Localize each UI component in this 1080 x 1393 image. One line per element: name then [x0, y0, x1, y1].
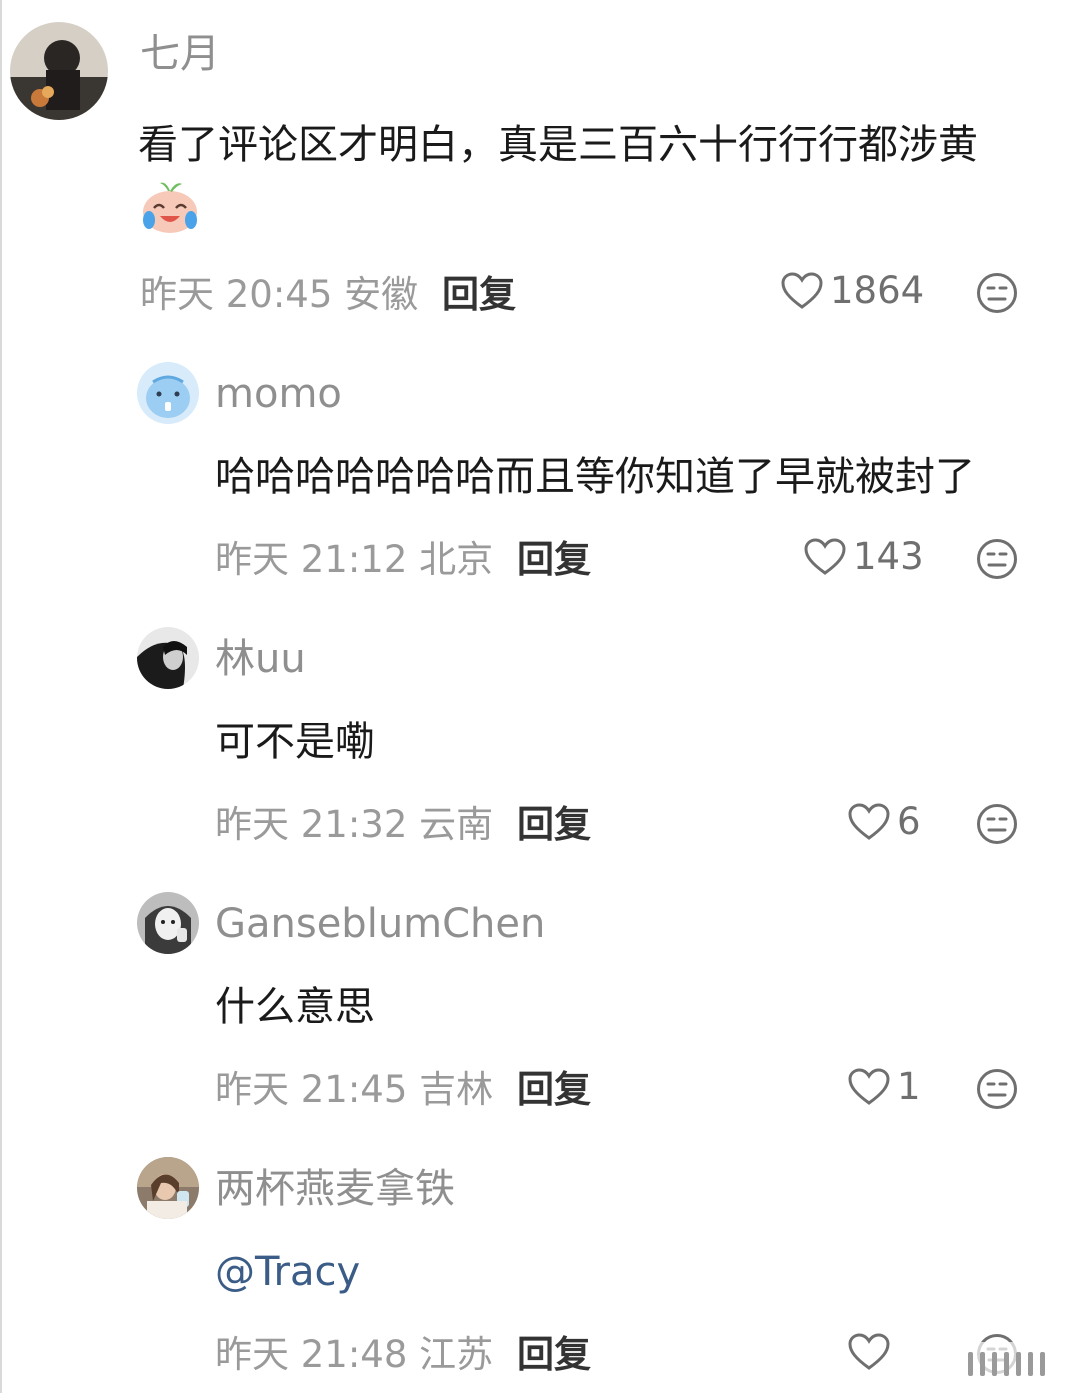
- avatar[interactable]: [137, 362, 199, 424]
- like-button[interactable]: 1864: [780, 268, 924, 314]
- reply-item: GanseblumChen 什么意思 昨天 21:45 吉林 回复 1: [0, 880, 1080, 1130]
- reply-item: momo 哈哈哈哈哈哈哈而且等你知道了早就被封了 昨天 21:12 北京 回复 …: [0, 350, 1080, 600]
- avatar[interactable]: [137, 627, 199, 689]
- reply-item: 林uu 可不是嘞 昨天 21:32 云南 回复 6: [0, 615, 1080, 865]
- username[interactable]: 两杯燕麦拿铁: [215, 1165, 455, 1213]
- like-button[interactable]: [847, 1329, 897, 1375]
- reply-button[interactable]: 回复: [517, 1332, 591, 1378]
- comment-text: 看了评论区才明白，真是三百六十行行行都涉黄: [138, 122, 978, 168]
- heart-outline-icon: [781, 272, 823, 309]
- comment-text: 什么意思: [215, 984, 375, 1030]
- like-button[interactable]: 1: [847, 1064, 921, 1110]
- like-count: 1864: [830, 269, 925, 312]
- comment-text: 可不是嘞: [215, 719, 375, 765]
- reply-button[interactable]: 回复: [517, 1067, 591, 1113]
- comment-item: 七月 看了评论区才明白，真是三百六十行行行都涉黄 昨天 20:45 安徽 回复 …: [0, 0, 1080, 330]
- reply-button[interactable]: 回复: [442, 272, 516, 318]
- like-count: 1: [897, 1065, 921, 1108]
- meh-face-icon[interactable]: [976, 538, 1018, 580]
- reply-item: 两杯燕麦拿铁 @Tracy 昨天 21:48 江苏 回复: [0, 1145, 1080, 1393]
- like-button[interactable]: 143: [803, 534, 924, 580]
- meh-face-icon[interactable]: [976, 272, 1018, 314]
- like-count: 6: [897, 800, 921, 843]
- heart-outline-icon: [848, 1068, 890, 1105]
- comment-time-location: 昨天 21:45 吉林: [215, 1068, 494, 1111]
- heart-outline-icon: [848, 803, 890, 840]
- username[interactable]: 林uu: [215, 635, 306, 683]
- avatar[interactable]: [137, 1157, 199, 1219]
- username[interactable]: momo: [215, 370, 342, 418]
- username[interactable]: GanseblumChen: [215, 900, 545, 948]
- mention-link[interactable]: @Tracy: [215, 1237, 360, 1307]
- meh-face-icon[interactable]: [976, 1068, 1018, 1110]
- reply-button[interactable]: 回复: [517, 802, 591, 848]
- like-count: 143: [853, 535, 924, 578]
- laughing-crying-emoji-icon: [140, 176, 200, 236]
- username[interactable]: 七月: [140, 30, 220, 78]
- watermark-icon: [950, 1342, 1070, 1386]
- heart-outline-icon: [804, 538, 846, 575]
- like-button[interactable]: 6: [847, 799, 921, 845]
- comment-time-location: 昨天 21:12 北京: [215, 538, 494, 581]
- comment-time-location: 昨天 21:32 云南: [215, 803, 494, 846]
- comment-text: 哈哈哈哈哈哈哈而且等你知道了早就被封了: [215, 454, 975, 500]
- avatar[interactable]: [10, 22, 108, 120]
- heart-outline-icon: [848, 1333, 890, 1370]
- comment-time-location: 昨天 21:48 江苏: [215, 1333, 494, 1376]
- comment-time-location: 昨天 20:45 安徽: [140, 273, 419, 316]
- reply-button[interactable]: 回复: [517, 537, 591, 583]
- avatar[interactable]: [137, 892, 199, 954]
- meh-face-icon[interactable]: [976, 803, 1018, 845]
